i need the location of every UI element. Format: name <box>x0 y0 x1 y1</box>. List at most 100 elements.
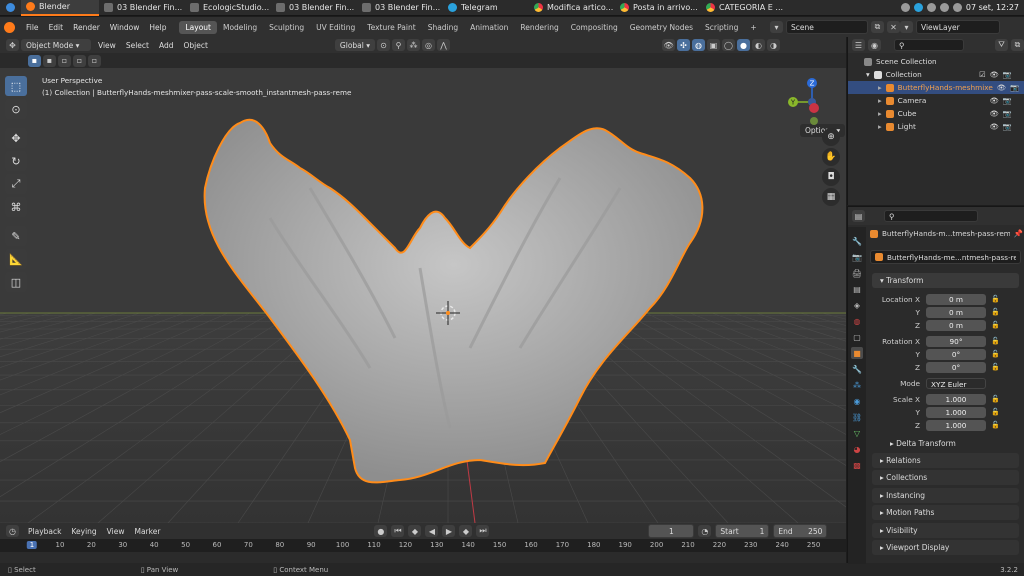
annotate-tool-icon[interactable]: ✎ <box>5 226 27 246</box>
visibility-icon[interactable]: 👁 <box>662 39 676 51</box>
end-frame-field[interactable]: End 250 <box>773 524 828 538</box>
timeline-menu-playback[interactable]: Playback <box>23 527 66 536</box>
outliner-item[interactable]: ▸ Camera 👁📷 <box>848 94 1024 107</box>
scene-collection-row[interactable]: Scene Collection <box>848 55 1024 68</box>
object-datablock-field[interactable]: ButterflyHands-me...ntmesh-pass-reme <box>870 250 1021 264</box>
move-tool-icon[interactable]: ✥ <box>5 128 27 148</box>
expand-arrow-icon[interactable]: ▸ <box>878 83 882 92</box>
transform-value-field[interactable]: 0° <box>926 348 986 360</box>
add-cube-tool-icon[interactable]: ◫ <box>5 272 27 292</box>
physics-tab-icon[interactable]: ◉ <box>851 395 863 407</box>
pin-icon[interactable]: 📌 <box>1014 229 1023 238</box>
taskbar-tab[interactable]: Blender <box>21 0 99 16</box>
menu-file[interactable]: File <box>21 23 44 32</box>
lock-icon[interactable]: 🔓 <box>991 350 1001 358</box>
tab-uv-editing[interactable]: UV Editing <box>310 21 361 34</box>
timeline-menu-view[interactable]: View <box>102 527 130 536</box>
visibility-toggle-icons[interactable]: 👁📷 <box>997 83 1024 92</box>
tab-layout[interactable]: Layout <box>179 20 217 34</box>
transform-value-field[interactable]: 1.000 <box>926 419 986 431</box>
pivot-icon[interactable]: ⊙ <box>377 39 391 51</box>
transform-value-field[interactable]: 1.000 <box>926 406 986 418</box>
current-frame-field[interactable]: 1 <box>648 524 695 538</box>
tab-sculpting[interactable]: Sculpting <box>263 21 310 34</box>
viewlayer-field[interactable]: ViewLayer <box>916 20 1000 34</box>
tab-scripting[interactable]: Scripting <box>699 21 744 34</box>
keyframe-record-icon[interactable]: ● <box>374 525 388 537</box>
select-mode-new-icon[interactable]: ▪ <box>28 54 41 67</box>
tab-texture-paint[interactable]: Texture Paint <box>361 21 421 34</box>
object-tab-icon[interactable]: ■ <box>851 347 863 359</box>
mode-dropdown[interactable]: Object Mode ▾ <box>21 39 91 51</box>
gizmo-neg-y-ball[interactable] <box>810 117 818 125</box>
tab-shading[interactable]: Shading <box>422 21 464 34</box>
panel-instancing[interactable]: ▸ Instancing <box>872 487 1019 503</box>
lock-icon[interactable]: 🔓 <box>991 421 1001 429</box>
select-mode-subtract-icon[interactable]: ▫ <box>58 54 71 67</box>
taskbar-tab[interactable]: CATEGORIA E ... <box>701 0 787 16</box>
tray-network-icon[interactable] <box>926 3 936 12</box>
transform-panel-header[interactable]: ▾ Transform <box>872 273 1019 288</box>
outliner-item[interactable]: ▸ Cube 👁📷 <box>848 107 1024 120</box>
add-workspace-button[interactable]: + <box>744 21 762 34</box>
tray-telegram-icon[interactable] <box>913 3 923 12</box>
scale-tool-icon[interactable]: ⤢ <box>5 174 27 194</box>
panel-viewport-display[interactable]: ▸ Viewport Display <box>872 540 1019 555</box>
panel-collections[interactable]: ▸ Collections <box>872 470 1019 486</box>
frame-ruler[interactable]: 1 10 20 30 40 50 60 70 80 90 100 110 120 130 140 150 160… <box>0 539 846 552</box>
lock-icon[interactable]: 🔓 <box>991 337 1001 345</box>
transform-value-field[interactable]: 0 m <box>926 306 986 318</box>
expand-arrow-icon[interactable]: ▾ <box>866 70 870 79</box>
visibility-toggle-icons[interactable]: 👁📷 <box>990 109 1024 118</box>
lock-icon[interactable]: 🔓 <box>991 395 1001 403</box>
menu-edit[interactable]: Edit <box>44 23 69 32</box>
lock-icon[interactable]: 🔓 <box>991 408 1001 416</box>
scene-browse-icon[interactable]: ▾ <box>770 21 783 33</box>
measure-tool-icon[interactable]: 📐 <box>5 249 27 269</box>
scene-tab-icon[interactable]: ◈ <box>851 299 863 311</box>
rotate-tool-icon[interactable]: ↻ <box>5 151 27 171</box>
menu-window[interactable]: Window <box>105 23 145 32</box>
tray-chrome-icon[interactable] <box>900 3 910 12</box>
texture-tab-icon[interactable]: ▩ <box>851 459 863 471</box>
panel-visibility[interactable]: ▸ Visibility <box>872 522 1019 538</box>
transform-value-field[interactable]: 0 m <box>926 319 986 331</box>
taskbar-tab[interactable]: 03 Blender Fin... <box>99 0 185 16</box>
timeline-editor-icon[interactable]: ◷ <box>6 525 19 537</box>
world-tab-icon[interactable]: ◍ <box>851 315 863 327</box>
collection-tab-icon[interactable]: ▢ <box>851 331 863 343</box>
taskbar-tab[interactable]: Modifica artico... <box>529 0 615 16</box>
outliner-search-input[interactable]: ⚲ <box>894 39 964 51</box>
tab-geometry-nodes[interactable]: Geometry Nodes <box>624 21 699 34</box>
outliner-editor-icon[interactable]: ☰ <box>852 39 865 51</box>
transform-value-field[interactable]: 90° <box>926 335 986 347</box>
select-mode-invert-icon[interactable]: ▫ <box>73 54 86 67</box>
snap-target-icon[interactable]: ⁂ <box>407 39 421 51</box>
gizmo-x-ball[interactable] <box>809 103 819 113</box>
clock[interactable]: 07 set, 12:27 <box>966 3 1019 12</box>
menu-help[interactable]: Help <box>144 23 171 32</box>
navigation-gizmo[interactable]: Z Y <box>788 78 838 133</box>
lock-icon[interactable]: 🔓 <box>991 321 1001 329</box>
tray-volume-icon[interactable] <box>939 3 949 12</box>
timeline-menu-marker[interactable]: Marker <box>129 527 165 536</box>
gizmo-toggle-icon[interactable]: ✣ <box>677 39 691 51</box>
particles-tab-icon[interactable]: ⁂ <box>851 379 863 391</box>
visibility-toggle-icons[interactable]: 👁📷 <box>990 96 1024 105</box>
collection-toggles[interactable]: ☑👁📷 <box>979 70 1024 79</box>
expand-arrow-icon[interactable]: ▸ <box>878 109 882 118</box>
pan-hand-icon[interactable]: ✋ <box>822 148 840 166</box>
view3d-menu-add[interactable]: Add <box>154 41 179 50</box>
play-reverse-icon[interactable]: ◀ <box>425 525 439 537</box>
play-icon[interactable]: ▶ <box>442 525 456 537</box>
outliner-item[interactable]: ▸ ButterflyHands-meshmixe 👁📷 <box>848 81 1024 94</box>
constraints-tab-icon[interactable]: ⛓ <box>851 411 863 423</box>
transform-value-field[interactable]: 0° <box>926 361 986 373</box>
tab-modeling[interactable]: Modeling <box>217 21 263 34</box>
taskbar-tab[interactable]: Telegram <box>443 0 529 16</box>
taskbar-tab[interactable]: EcologicStudio... <box>185 0 271 16</box>
menu-render[interactable]: Render <box>68 23 105 32</box>
shading-solid-icon[interactable]: ● <box>737 39 751 51</box>
new-collection-icon[interactable]: ⧉ <box>1011 39 1024 51</box>
editor-type-icon[interactable]: ✥ <box>6 39 19 51</box>
